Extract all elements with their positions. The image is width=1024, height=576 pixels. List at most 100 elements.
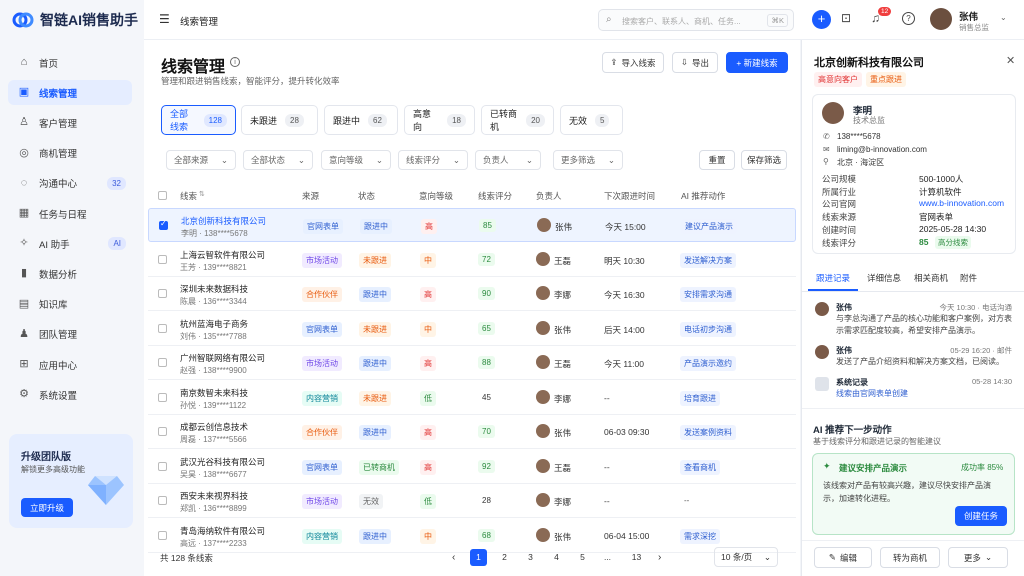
table-row[interactable]: 杭州蓝海电子商务 刘伟 · 135****7788 官网表单 未跟进 中 65 张伟 后天 1… xyxy=(148,312,796,346)
save-filter-button[interactable]: 保存筛选 xyxy=(741,150,787,170)
ai-action[interactable]: 发送解决方案 xyxy=(680,252,736,268)
detail-tab-1[interactable]: 详细信息 xyxy=(867,272,901,284)
lead-company[interactable]: 北京创新科技有限公司 xyxy=(181,215,266,227)
export-button[interactable]: ⇩ 导出 xyxy=(672,52,718,73)
row-checkbox[interactable] xyxy=(158,358,167,367)
search-input[interactable]: 搜索客户、联系人、商机、任务... xyxy=(622,16,741,27)
contact-email[interactable]: liming@b-innovation.com xyxy=(837,145,927,154)
ai-action[interactable]: 培育跟进 xyxy=(680,390,720,406)
ai-action[interactable]: 建议产品演示 xyxy=(681,219,737,234)
add-icon[interactable]: + xyxy=(812,10,831,29)
ai-action[interactable]: 查看商机 xyxy=(680,459,720,475)
detail-tab-0[interactable]: 跟进记录 xyxy=(816,272,850,284)
sidebar-item-leads[interactable]: ▣ 线索管理 xyxy=(8,80,132,106)
page-button[interactable]: 5 xyxy=(574,549,591,566)
table-row[interactable]: 西安未来视界科技 郑凯 · 136****8899 市场活动 无效 低 28 李娜 -- -- xyxy=(148,484,796,518)
ai-action[interactable]: 安排需求沟通 xyxy=(680,287,736,302)
detail-tab-2[interactable]: 相关商机 xyxy=(914,272,948,284)
row-checkbox[interactable] xyxy=(158,427,167,436)
lead-company[interactable]: 南京数智未来科技 xyxy=(180,387,248,399)
column-header[interactable]: 线索 xyxy=(180,190,197,202)
page-button[interactable]: 1 xyxy=(470,549,487,566)
sidebar-item-analytics[interactable]: ▮ 数据分析 xyxy=(8,261,132,286)
table-row[interactable]: 上海云智软件有限公司 王芳 · 139****8821 市场活动 未跟进 中 72 王磊 明天… xyxy=(148,243,796,277)
create-task-button[interactable]: 创建任务 xyxy=(955,506,1007,526)
convert-button[interactable]: 转为商机 xyxy=(880,547,940,568)
sidebar-item-ai[interactable]: ✧ AI 助手 AI xyxy=(8,231,132,256)
lead-company[interactable]: 杭州蓝海电子商务 xyxy=(180,318,248,330)
sidebar-item-team[interactable]: ♟ 团队管理 xyxy=(8,322,132,347)
ai-action[interactable]: 需求深挖 xyxy=(680,528,720,544)
prev-page-icon[interactable]: ‹ xyxy=(452,552,455,563)
new-lead-button[interactable]: + 新建线索 xyxy=(726,52,788,73)
import-button[interactable]: ⇪ 导入线索 xyxy=(602,52,664,73)
lead-company[interactable]: 深圳未来数据科技 xyxy=(180,283,248,295)
page-size-select[interactable]: 10 条/页 ⌄ xyxy=(714,547,778,567)
table-row[interactable]: 成都云创信息技术 周磊 · 137****5566 合作伙伴 跟进中 高 70 张伟 06-0… xyxy=(148,415,796,449)
lead-company[interactable]: 成都云创信息技术 xyxy=(180,421,248,433)
lead-company[interactable]: 广州智联网络有限公司 xyxy=(180,352,265,364)
sidebar-item-calendar[interactable]: ▦ 任务与日程 xyxy=(8,201,132,226)
menu-icon[interactable]: ☰ xyxy=(159,13,170,25)
table-row[interactable]: 武汉光谷科技有限公司 吴昊 · 138****6677 官网表单 已转商机 高 92 王磊 -… xyxy=(148,450,796,484)
tab-0[interactable]: 全部线索 128 xyxy=(161,105,236,135)
page-button[interactable]: 13 xyxy=(628,549,645,566)
tab-2[interactable]: 跟进中 62 xyxy=(324,105,398,135)
filter-select-3[interactable]: 线索评分 ⌄ xyxy=(398,150,468,170)
filter-select-0[interactable]: 全部来源 ⌄ xyxy=(166,150,236,170)
sidebar-item-customer[interactable]: ♙ 客户管理 xyxy=(8,110,132,135)
sidebar-item-apps[interactable]: ⊞ 应用中心 xyxy=(8,352,132,377)
page-button[interactable]: 4 xyxy=(548,549,565,566)
row-checkbox[interactable] xyxy=(158,530,167,540)
tab-5[interactable]: 无效 5 xyxy=(560,105,623,135)
search-box[interactable]: ⌕ 搜索客户、联系人、商机、任务... ⌘K xyxy=(598,9,794,31)
filter-select-4[interactable]: 负责人 ⌄ xyxy=(475,150,541,170)
gift-icon[interactable]: ⊡ xyxy=(841,12,851,24)
upgrade-button[interactable]: 立即升级 xyxy=(21,498,73,517)
sidebar-item-chat[interactable]: ◌ 沟通中心 32 xyxy=(8,171,132,196)
row-checkbox[interactable] xyxy=(158,392,167,402)
sidebar-item-book[interactable]: ▤ 知识库 xyxy=(8,292,132,317)
table-row[interactable]: 深圳未来数据科技 陈晨 · 136****3344 合作伙伴 跟进中 高 90 李娜 今天 1… xyxy=(148,277,796,311)
row-checkbox[interactable] xyxy=(158,461,167,471)
table-row[interactable]: ✓ 北京创新科技有限公司 李明 · 138****5678 官网表单 跟进中 高 85 张伟 今… xyxy=(148,208,796,242)
sidebar-item-home[interactable]: ⌂ 首页 xyxy=(8,50,132,75)
row-checkbox[interactable] xyxy=(158,323,167,333)
chevron-down-icon[interactable]: ⌄ xyxy=(1000,14,1007,22)
user-avatar[interactable] xyxy=(930,8,952,30)
row-checkbox[interactable] xyxy=(158,254,167,264)
app-logo[interactable]: 智链AI销售助手 xyxy=(12,10,138,30)
ai-action[interactable]: 发送案例资料 xyxy=(680,425,736,440)
contact-phone[interactable]: 138****5678 xyxy=(837,132,881,141)
tab-3[interactable]: 高意向 18 xyxy=(404,105,475,135)
reset-button[interactable]: 重置 xyxy=(699,150,735,170)
row-checkbox[interactable] xyxy=(158,289,167,298)
lead-company[interactable]: 武汉光谷科技有限公司 xyxy=(180,456,265,468)
table-row[interactable]: 青岛海纳软件有限公司 高远 · 137****2233 内容营销 跟进中 中 68 张伟 06… xyxy=(148,519,796,553)
ai-action[interactable]: 电话初步沟通 xyxy=(680,321,736,337)
info-icon[interactable]: i xyxy=(230,57,240,67)
lead-company[interactable]: 上海云智软件有限公司 xyxy=(180,249,265,261)
close-icon[interactable]: ✕ xyxy=(1006,54,1015,67)
filter-select-2[interactable]: 意向等级 ⌄ xyxy=(321,150,391,170)
table-row[interactable]: 南京数智未来科技 孙悦 · 139****1122 内容营销 未跟进 低 45 李娜 -- 培育… xyxy=(148,381,796,415)
page-button[interactable]: 2 xyxy=(496,549,513,566)
tab-4[interactable]: 已转商机 20 xyxy=(481,105,554,135)
sidebar-item-opportunity[interactable]: ◎ 商机管理 xyxy=(8,141,132,166)
field-value[interactable]: www.b-innovation.com xyxy=(919,198,1004,208)
lead-company[interactable]: 西安未来视界科技 xyxy=(180,490,248,502)
lead-company[interactable]: 青岛海纳软件有限公司 xyxy=(180,525,265,537)
row-checkbox[interactable] xyxy=(158,496,167,505)
select-all-checkbox[interactable] xyxy=(158,191,167,200)
filter-select-5[interactable]: 更多筛选 ⌄ xyxy=(553,150,623,170)
table-row[interactable]: 广州智联网络有限公司 赵强 · 138****9900 市场活动 跟进中 高 88 王磊 今天… xyxy=(148,346,796,380)
sort-icon[interactable]: ⇅ xyxy=(199,190,205,198)
next-page-icon[interactable]: › xyxy=(658,552,661,563)
help-icon[interactable]: ? xyxy=(902,12,915,25)
sidebar-item-settings[interactable]: ⚙ 系统设置 xyxy=(8,382,132,407)
tab-1[interactable]: 未跟进 28 xyxy=(241,105,318,135)
ai-action[interactable]: 产品演示邀约 xyxy=(680,356,736,371)
more-button[interactable]: 更多 ⌄ xyxy=(948,547,1008,568)
page-button[interactable]: 3 xyxy=(522,549,539,566)
filter-select-1[interactable]: 全部状态 ⌄ xyxy=(243,150,313,170)
